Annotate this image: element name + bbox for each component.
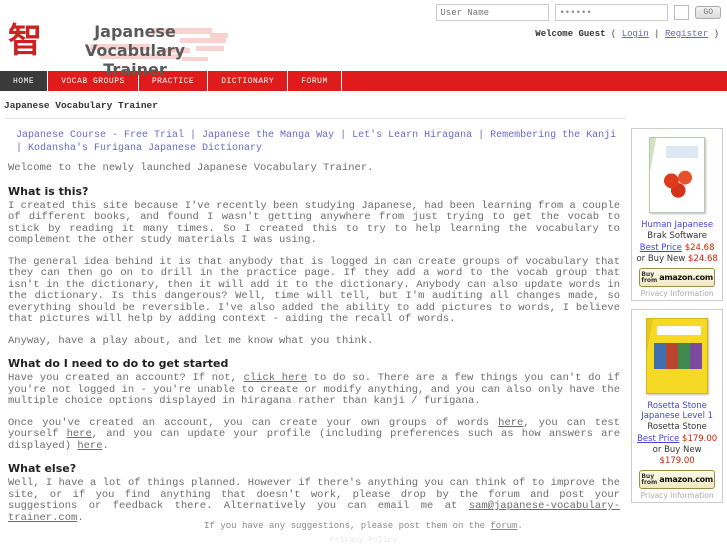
- test-yourself-here-link[interactable]: here: [67, 428, 92, 440]
- username-input[interactable]: [436, 4, 550, 21]
- footer-forum-link[interactable]: forum: [490, 521, 517, 531]
- heading-what-is-this: What is this?: [8, 184, 89, 198]
- welcome-open-paren: (: [610, 29, 617, 39]
- footer-text-b: .: [517, 521, 523, 531]
- paragraph-what-is-this-3: Anyway, have a play about, and let me kn…: [8, 334, 374, 347]
- ad-human-japanese[interactable]: Human Japanese Brak Software Best Price …: [631, 128, 723, 301]
- amazon-logo-icon: amazon.com: [659, 475, 713, 484]
- welcome-text: Welcome Guest: [535, 29, 606, 39]
- kanji-logo-icon: 智: [8, 21, 42, 61]
- password-input[interactable]: [555, 4, 669, 21]
- site-logo[interactable]: 智 Japanese Vocabulary Trainer: [8, 22, 224, 79]
- ad-best-price[interactable]: Best Price $24.68: [635, 243, 719, 254]
- sponsor-sep: |: [184, 130, 203, 141]
- amazon-buy-from-label: Buy from: [641, 473, 658, 486]
- sponsor-sep: |: [472, 130, 491, 141]
- sponsor-links: Japanese Course - Free Trial | Japanese …: [4, 127, 626, 163]
- amazon-buy-button[interactable]: Buy from amazon.com: [639, 470, 716, 489]
- page-subtitle: Japanese Vocabulary Trainer: [4, 100, 158, 111]
- click-here-link[interactable]: click here: [244, 372, 307, 384]
- site-title-line2: Trainer: [103, 60, 167, 79]
- remember-me-checkbox[interactable]: [674, 5, 690, 20]
- buy-new-label: or Buy New: [636, 254, 686, 264]
- amazon-logo-icon: amazon.com: [659, 273, 713, 282]
- ad-product-image: [635, 133, 719, 217]
- paragraph-get-started-1: Have you created an account? If not, cli…: [8, 372, 620, 408]
- ad-brand: Brak Software: [647, 231, 707, 241]
- update-profile-here-link[interactable]: here: [77, 440, 102, 452]
- site-header: 智 Japanese Vocabulary Trainer GO Welcome…: [0, 0, 727, 79]
- welcome-message: Welcome Guest ( Login | Register ): [535, 29, 719, 39]
- ad-privacy-information[interactable]: Privacy Information: [635, 289, 719, 298]
- heading-what-else: What else?: [8, 462, 77, 475]
- paragraph-what-else: Well, I have a lot of things planned. Ho…: [8, 477, 620, 524]
- amazon-from-word: from: [641, 276, 658, 284]
- ad-privacy-information[interactable]: Privacy Information: [635, 491, 719, 500]
- buy-new-value: $24.68: [688, 254, 718, 264]
- ad-title-link[interactable]: Human Japanese: [641, 220, 713, 230]
- login-go-button[interactable]: GO: [695, 6, 721, 19]
- paragraph-what-is-this-2: The general idea behind it is that anybo…: [8, 255, 620, 325]
- site-title-line1: Japanese Vocabulary: [84, 22, 186, 60]
- product-boxshot-icon: [649, 137, 706, 213]
- login-form: GO: [436, 4, 721, 21]
- sponsor-link-2[interactable]: Let's Learn Hiragana: [352, 130, 472, 141]
- nav-filler: [342, 71, 727, 91]
- buy-new-value: $179.00: [659, 456, 695, 466]
- sponsor-sep: |: [16, 143, 29, 154]
- ad-title[interactable]: Human Japanese: [635, 220, 719, 230]
- best-price-label[interactable]: Best Price: [640, 243, 682, 253]
- create-groups-here-link[interactable]: here: [498, 417, 523, 429]
- sponsor-link-4[interactable]: Kodansha's Furigana Japanese Dictionary: [28, 143, 262, 154]
- sponsor-link-1[interactable]: Japanese the Manga Way: [202, 130, 334, 141]
- ad-rosetta-stone-japanese[interactable]: Rosetta Stone Japanese Level 1 Rosetta S…: [631, 309, 723, 503]
- ad-buy-new: or Buy New $24.68: [635, 254, 719, 265]
- footer-bottom-line[interactable]: Privacy Policy: [0, 531, 727, 545]
- ad-buy-new: or Buy New $179.00: [635, 445, 719, 467]
- sponsor-sep: |: [334, 130, 353, 141]
- sponsor-link-0[interactable]: Japanese Course - Free Trial: [16, 130, 184, 141]
- best-price-label[interactable]: Best Price: [637, 434, 679, 444]
- content-wrapper: Japanese Course - Free Trial | Japanese …: [0, 118, 727, 534]
- paragraph-what-is-this-1: I created this site because I've recentl…: [8, 199, 620, 246]
- sidebar-ads: Human Japanese Brak Software Best Price …: [631, 118, 723, 511]
- page-title: Japanese Vocabulary Trainer: [46, 22, 224, 79]
- sponsor-link-3[interactable]: Remembering the Kanji: [490, 130, 616, 141]
- amazon-buy-from-label: Buy from: [641, 271, 658, 284]
- page-footer: If you have any suggestions, please post…: [0, 521, 727, 545]
- welcome-paragraph: Welcome to the newly launched Japanese V…: [8, 162, 374, 174]
- main-column: Japanese Course - Free Trial | Japanese …: [4, 118, 627, 534]
- footer-text-a: If you have any suggestions, please post…: [204, 521, 491, 531]
- footer-suggestion-line: If you have any suggestions, please post…: [0, 521, 727, 531]
- amazon-from-word: from: [641, 478, 658, 486]
- welcome-close-paren: ): [713, 29, 719, 39]
- heading-get-started: What do I need to do to get started: [8, 357, 229, 370]
- gs-text-a: Have you created an account? If not,: [8, 372, 244, 384]
- gs2-text-a: Once you've created an account, you can …: [8, 416, 499, 429]
- ad-best-price[interactable]: Best Price $179.00: [635, 434, 719, 445]
- ad-title[interactable]: Rosetta Stone Japanese Level 1: [635, 401, 719, 421]
- paragraph-get-started-2: Once you've created an account, you can …: [8, 416, 620, 453]
- register-link[interactable]: Register: [665, 29, 708, 39]
- buy-new-label: or Buy New: [652, 445, 702, 455]
- nav-item-forum[interactable]: FORUM: [288, 71, 342, 91]
- best-price-value: $24.68: [684, 243, 715, 253]
- ad-brand: Rosetta Stone: [647, 422, 707, 432]
- login-link[interactable]: Login: [622, 29, 649, 39]
- best-price-value: $179.00: [682, 434, 718, 444]
- welcome-divider: |: [654, 29, 660, 39]
- ad-product-image: [635, 314, 719, 398]
- product-boxshot-icon: [646, 318, 709, 394]
- article-body: Welcome to the newly launched Japanese V…: [4, 162, 626, 524]
- ad-sub-link[interactable]: Level 1: [683, 411, 714, 421]
- amazon-buy-button[interactable]: Buy from amazon.com: [639, 268, 716, 287]
- gs2-text-d: .: [102, 439, 109, 452]
